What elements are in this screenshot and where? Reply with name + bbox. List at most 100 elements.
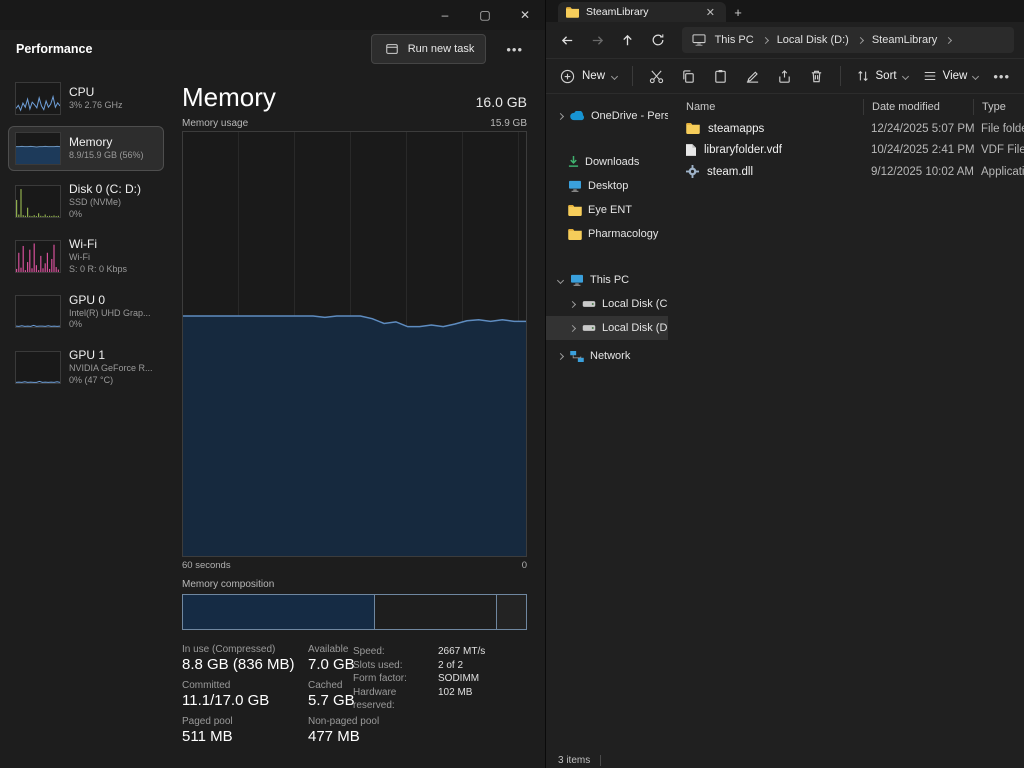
run-new-task-button[interactable]: Run new task [371,34,487,64]
status-bar: 3 items [546,752,1024,768]
copy-icon[interactable] [680,67,697,85]
wifi-label: Wi-Fi [69,237,127,252]
sidebar-item-wifi[interactable]: Wi-Fi Wi-Fi S: 0 R: 0 Kbps [8,231,164,281]
file-explorer-window: SteamLibrary ✕ + This PC Local Disk (D:)… [545,0,1024,768]
column-header-name[interactable]: Name [668,101,863,113]
sort-label: Sort [876,70,897,82]
gpu0-stats: 0% [69,319,151,331]
maximize-button[interactable]: ▢ [465,0,505,30]
stat-value: 8.8 GB (836 MB) [182,656,308,673]
memory-detail-panel: Memory 16.0 GB Memory usage 15.9 GB 60 s… [170,68,545,768]
memory-hardware-details: Speed:2667 MT/s Slots used:2 of 2 Form f… [353,645,543,713]
chevron-right-icon [568,324,575,331]
file-name: steam.dll [707,166,753,178]
new-tab-button[interactable]: + [726,2,750,22]
forward-icon[interactable] [586,27,610,53]
cut-icon[interactable] [648,67,665,85]
chevron-right-icon [762,36,769,43]
rename-icon[interactable] [744,67,761,85]
status-divider [600,755,601,766]
sidebar-item-local-disk-c[interactable]: Local Disk (C:) [546,292,668,316]
cpu-label: CPU [69,85,123,100]
detail-label: Hardware reserved: [353,686,438,713]
tab-title: SteamLibrary [586,6,648,18]
sidebar-item-eye-ent[interactable]: Eye ENT [546,198,668,222]
download-icon [568,156,579,168]
item-count: 3 items [558,755,590,766]
sidebar-item-memory[interactable]: Memory 8.9/15.9 GB (56%) [8,126,164,171]
file-name: steamapps [708,123,764,135]
address-bar[interactable]: This PC Local Disk (D:) SteamLibrary [682,27,1014,53]
gpu0-sparkline [15,295,61,328]
disk-label: Disk 0 (C: D:) [69,182,141,197]
refresh-icon[interactable] [646,27,670,53]
folder-icon [568,205,582,216]
paste-icon[interactable] [712,67,729,85]
gear-icon [686,165,699,178]
performance-header: Performance Run new task ••• [0,30,545,68]
file-list: Name Date modified Type steamapps 12/24/… [668,94,1024,752]
memory-usage-label: Memory usage [182,118,248,129]
sidebar-item-downloads[interactable]: Downloads [546,150,668,174]
view-label: View [943,70,968,82]
back-icon[interactable] [556,27,580,53]
chevron-down-icon [611,72,618,79]
minimize-button[interactable]: – [425,0,465,30]
toolbar-more-button[interactable]: ••• [993,69,1010,84]
breadcrumb-steamlibrary[interactable]: SteamLibrary [871,34,938,46]
column-header-date-modified[interactable]: Date modified [863,99,973,115]
cpu-stats: 3% 2.76 GHz [69,100,123,112]
memory-total: 16.0 GB [476,94,527,113]
up-icon[interactable] [616,27,640,53]
share-icon[interactable] [776,67,793,85]
file-row-steam-dll[interactable]: steam.dll 9/12/2025 10:02 AM Application… [668,161,1024,183]
gpu1-stats: 0% (47 °C) [69,375,153,387]
sidebar-item-onedrive[interactable]: OneDrive - Persona [546,104,668,128]
file-row-libraryfolder-vdf[interactable]: libraryfolder.vdf 10/24/2025 2:41 PM VDF… [668,140,1024,162]
gpu0-label: GPU 0 [69,293,151,308]
new-button[interactable]: New [560,69,617,84]
wifi-type: Wi-Fi [69,252,127,264]
chevron-right-icon [556,352,563,359]
sidebar-item-disk0[interactable]: Disk 0 (C: D:) SSD (NVMe) 0% [8,176,164,226]
stat-label: In use (Compressed) [182,644,308,655]
tab-close-icon[interactable]: ✕ [703,6,718,19]
disk-stats: 0% [69,209,141,221]
sort-button[interactable]: Sort [856,69,908,83]
more-options-button[interactable]: ••• [500,40,529,59]
memory-composition-bar [182,594,527,630]
sidebar-item-local-disk-d[interactable]: Local Disk (D:) [546,316,668,340]
sidebar-item-desktop[interactable]: Desktop [546,174,668,198]
file-row-steamapps[interactable]: steamapps 12/24/2025 5:07 PM File folder [668,118,1024,140]
explorer-tabbar: SteamLibrary ✕ + [546,0,1024,22]
stat-value: 511 MB [182,728,308,745]
sidebar-item-gpu0[interactable]: GPU 0 Intel(R) UHD Grap... 0% [8,287,164,337]
wifi-stats: S: 0 R: 0 Kbps [69,264,127,276]
sidebar-item-pharmacology[interactable]: Pharmacology [546,222,668,246]
folder-icon [566,7,579,18]
chart-time-left: 60 seconds [182,560,231,571]
sidebar-item-label: Network [590,350,630,362]
sidebar-item-this-pc[interactable]: This PC [546,268,668,292]
detail-value: SODIMM [438,672,479,686]
tab-steamlibrary[interactable]: SteamLibrary ✕ [558,2,726,22]
chevron-right-icon [857,36,864,43]
disk-type: SSD (NVMe) [69,197,141,209]
chart-time-right: 0 [522,560,527,571]
this-pc-icon [692,34,706,46]
column-header-type[interactable]: Type [973,99,1024,115]
view-button[interactable]: View [923,69,979,83]
sidebar-item-network[interactable]: Network [546,344,668,368]
memory-stats: 8.9/15.9 GB (56%) [69,150,144,162]
memory-title: Memory [182,82,276,113]
close-button[interactable]: ✕ [505,0,545,30]
file-date: 9/12/2025 10:02 AM [863,166,973,178]
cloud-icon [570,111,585,121]
new-task-icon [383,40,401,58]
sidebar-item-cpu[interactable]: CPU 3% 2.76 GHz [8,76,164,121]
delete-icon[interactable] [808,67,825,85]
sidebar-item-gpu1[interactable]: GPU 1 NVIDIA GeForce R... 0% (47 °C) [8,342,164,392]
breadcrumb-local-disk-d[interactable]: Local Disk (D:) [776,34,850,46]
breadcrumb-this-pc[interactable]: This PC [714,34,755,46]
explorer-sidebar: OneDrive - Persona Downloads Desktop Eye [546,94,668,752]
